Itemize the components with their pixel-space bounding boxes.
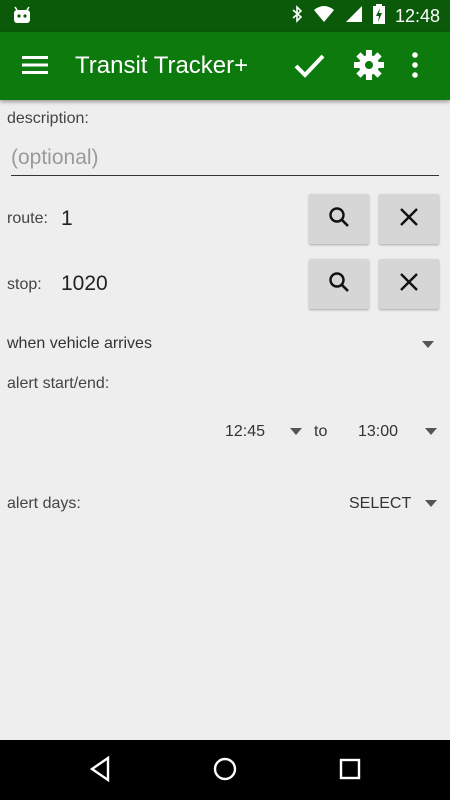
status-bar: 12:48 bbox=[0, 0, 450, 32]
to-label: to bbox=[314, 423, 328, 440]
stop-label: stop: bbox=[7, 276, 42, 293]
trigger-selected-value: when vehicle arrives bbox=[7, 335, 152, 352]
more-vert-icon[interactable] bbox=[410, 50, 420, 85]
end-time-value: 13:00 bbox=[358, 423, 399, 440]
alert-start-end-label: alert start/end: bbox=[7, 375, 110, 392]
android-icon bbox=[12, 6, 32, 29]
gear-icon[interactable] bbox=[352, 48, 386, 87]
bluetooth-icon bbox=[291, 4, 303, 28]
clock: 12:48 bbox=[394, 5, 440, 26]
route-search-button[interactable] bbox=[309, 194, 369, 244]
dropdown-arrow-icon bbox=[425, 428, 437, 435]
end-time-spinner[interactable]: 13:00 bbox=[348, 415, 443, 449]
home-icon[interactable] bbox=[212, 755, 238, 788]
app-title: Transit Tracker+ bbox=[75, 52, 249, 79]
app-bar: Transit Tracker+ bbox=[0, 32, 450, 100]
description-input[interactable] bbox=[11, 140, 439, 176]
back-icon[interactable] bbox=[88, 755, 112, 788]
signal-icon bbox=[345, 5, 363, 28]
search-icon bbox=[327, 205, 351, 234]
alert-days-spinner[interactable]: SELECT bbox=[340, 487, 445, 521]
stop-value[interactable]: 1020 bbox=[61, 272, 108, 296]
stop-search-button[interactable] bbox=[309, 259, 369, 309]
navigation-bar bbox=[0, 740, 450, 800]
alert-days-value: SELECT bbox=[349, 495, 412, 512]
start-time-value: 12:45 bbox=[225, 423, 266, 440]
route-clear-button[interactable] bbox=[379, 194, 439, 244]
trigger-spinner[interactable]: when vehicle arrives bbox=[0, 326, 450, 362]
start-time-spinner[interactable]: 12:45 bbox=[215, 415, 310, 449]
recents-icon[interactable] bbox=[338, 755, 362, 788]
alert-days-label: alert days: bbox=[7, 495, 81, 512]
dropdown-arrow-icon bbox=[422, 341, 434, 348]
wifi-icon bbox=[313, 5, 335, 28]
route-label: route: bbox=[7, 210, 48, 227]
search-icon bbox=[327, 270, 351, 299]
description-label: description: bbox=[7, 110, 89, 127]
check-icon[interactable] bbox=[292, 48, 326, 87]
stop-clear-button[interactable] bbox=[379, 259, 439, 309]
menu-icon[interactable] bbox=[22, 52, 48, 83]
route-value[interactable]: 1 bbox=[61, 207, 73, 231]
dropdown-arrow-icon bbox=[425, 500, 437, 507]
close-icon bbox=[398, 271, 420, 298]
close-icon bbox=[398, 206, 420, 233]
battery-charging-icon bbox=[372, 3, 385, 29]
dropdown-arrow-icon bbox=[290, 428, 302, 435]
